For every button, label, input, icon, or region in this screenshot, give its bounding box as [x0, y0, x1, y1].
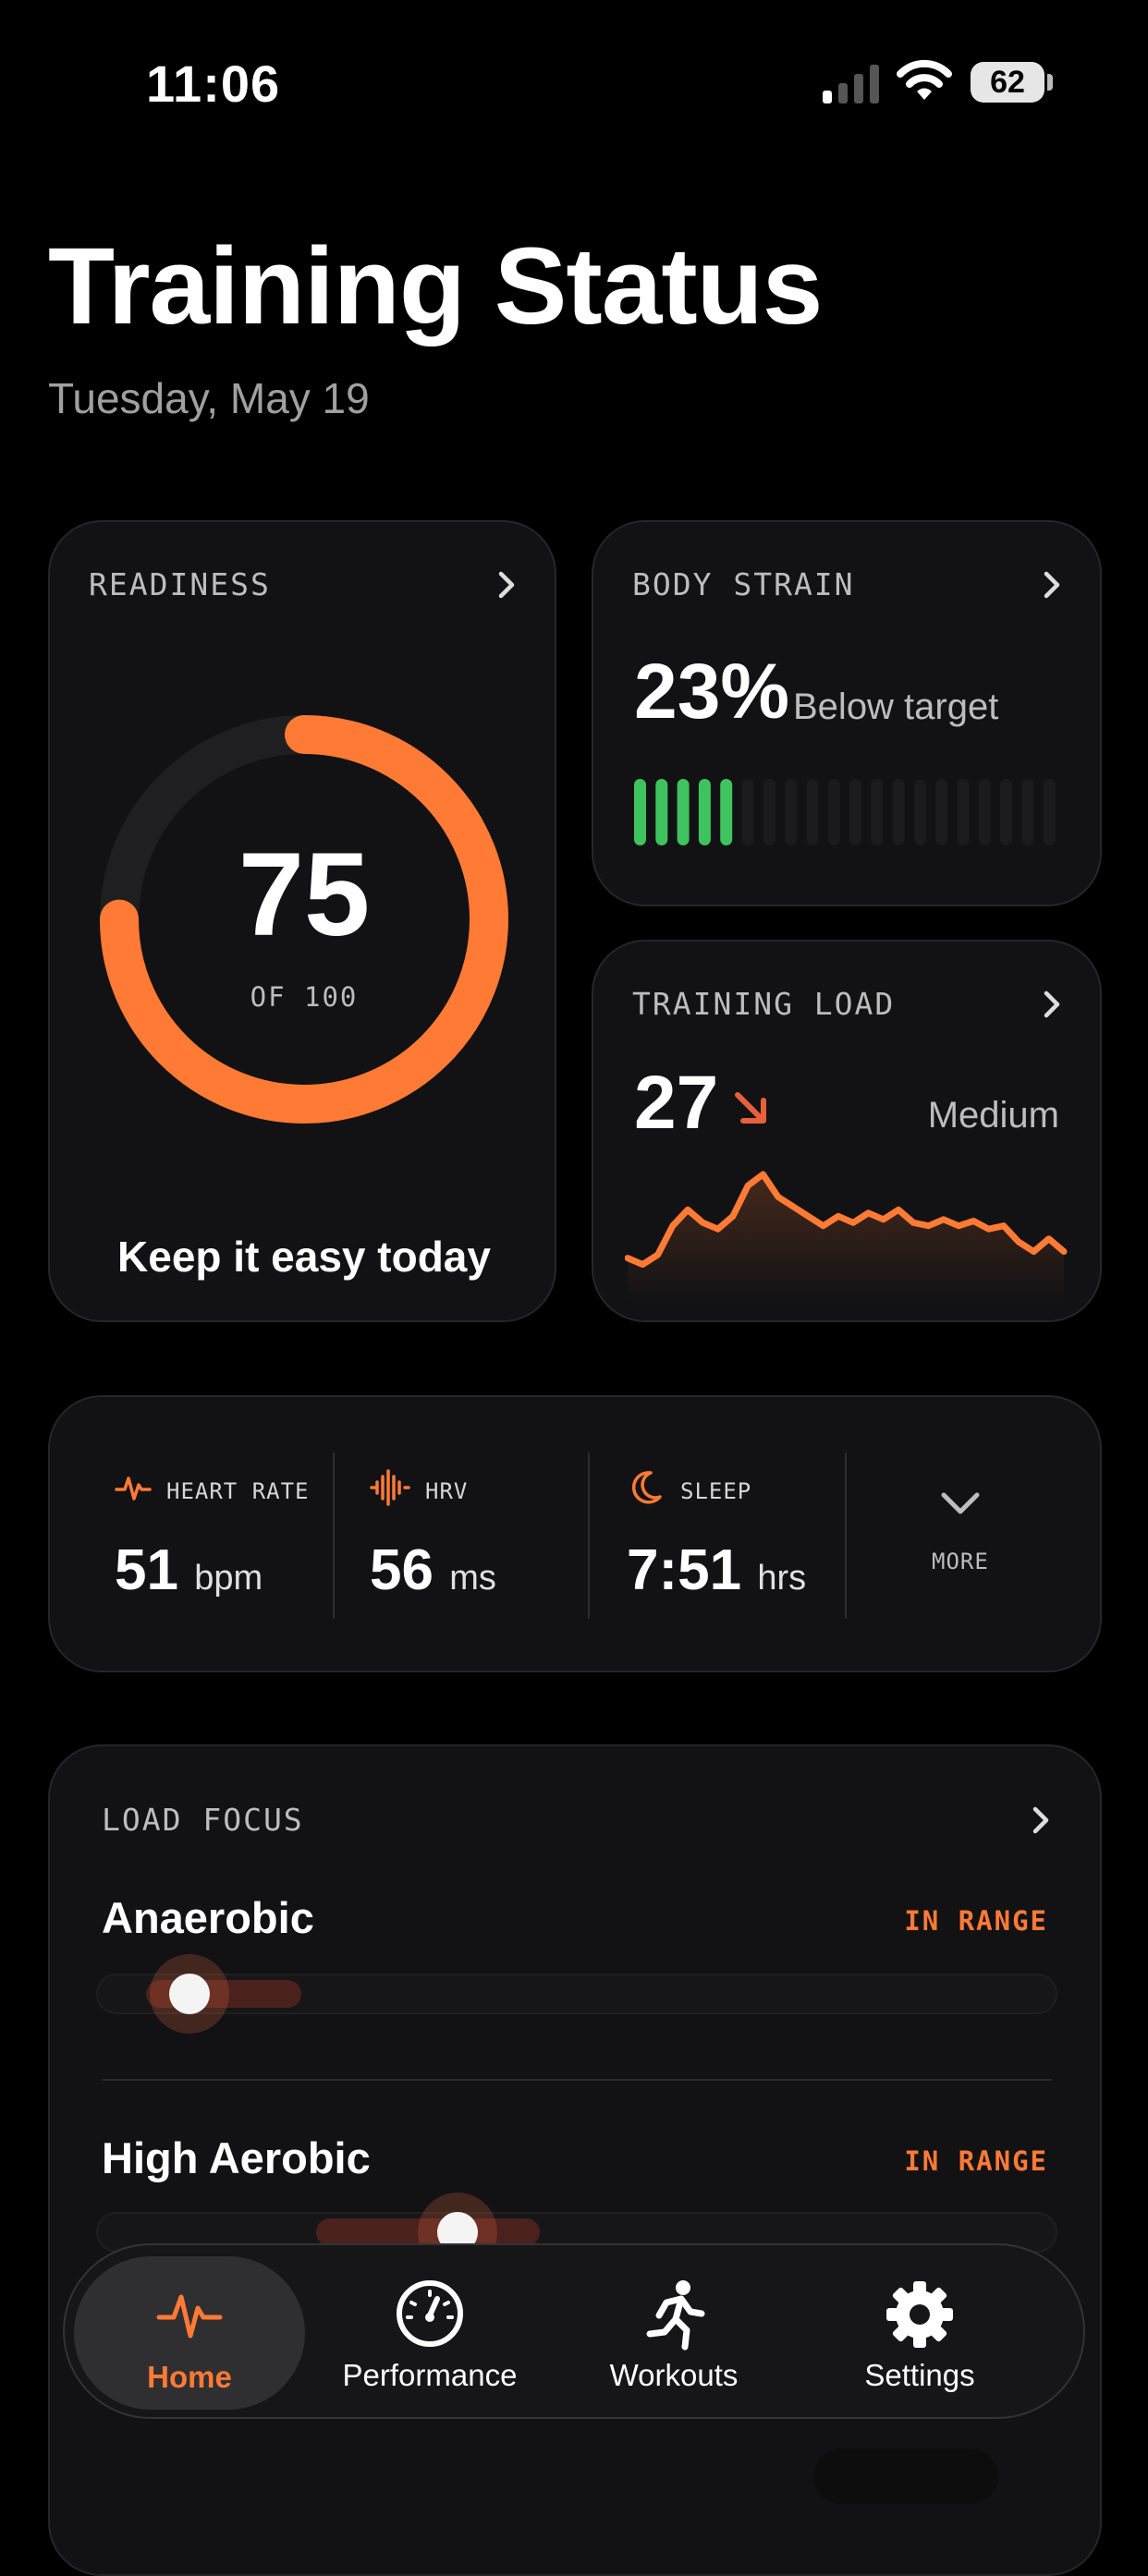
page-title: Training Status: [48, 225, 823, 347]
chevron-right-icon: [1032, 1806, 1049, 1834]
metric-number: 56: [370, 1538, 434, 1602]
readiness-card[interactable]: READINESS 75 OF 100 Keep it easy today: [48, 520, 556, 1322]
strain-bar-inactive: [785, 779, 798, 845]
tab-label: Home: [147, 2360, 232, 2394]
status-time: 11:06: [146, 55, 281, 113]
body-strain-description: Below target: [793, 687, 999, 727]
sparkline-area: [628, 1174, 1064, 1302]
wifi-icon: [897, 59, 952, 100]
strain-bar-active: [655, 779, 668, 845]
tab-label: Settings: [864, 2358, 975, 2392]
tab-performance[interactable]: Performance: [314, 2245, 545, 2417]
more-button[interactable]: MORE: [932, 1549, 989, 1574]
strain-bar-inactive: [978, 779, 991, 845]
strain-bar-active: [720, 779, 733, 845]
body-strain-label: BODY STRAIN: [632, 566, 855, 602]
battery-indicator: 62: [971, 62, 1044, 103]
metric-value: 51 bpm: [115, 1537, 263, 1603]
chevron-right-icon: [1044, 571, 1060, 599]
strain-bar-inactive: [1000, 779, 1013, 845]
training-load-level: Medium: [927, 1095, 1059, 1136]
tab-label: Performance: [342, 2358, 518, 2392]
metric-label: SLEEP: [680, 1478, 752, 1504]
strain-bar-inactive: [763, 779, 776, 845]
strain-bar-active: [634, 779, 646, 845]
body-strain-bars: [634, 779, 1056, 845]
divider: [588, 1452, 590, 1619]
body-strain-card[interactable]: BODY STRAIN 23% Below target: [592, 520, 1102, 906]
metric-value: 56 ms: [370, 1537, 496, 1603]
strain-bar-inactive: [1043, 779, 1056, 845]
strain-bar-active: [698, 779, 711, 845]
readiness-score: 75: [238, 829, 371, 961]
focus-range-track: [96, 1954, 1057, 2034]
focus-name: Anaerobic: [102, 1893, 314, 1942]
focus-name: High Aerobic: [102, 2133, 371, 2182]
divider: [845, 1452, 847, 1619]
training-load-label: TRAINING LOAD: [632, 986, 896, 1022]
load-focus-label: LOAD FOCUS: [102, 1802, 304, 1838]
tab-workouts[interactable]: Workouts: [558, 2245, 789, 2417]
body-strain-percent: 23%: [634, 648, 790, 735]
metric-label: HEART RATE: [166, 1478, 310, 1504]
slider-knob: [169, 1974, 210, 2014]
training-load-sparkline: [625, 1171, 1068, 1302]
battery-level: 62: [990, 65, 1025, 100]
metric-hrv[interactable]: HRV 56 ms: [370, 1397, 592, 1674]
pulse-icon: [156, 2294, 223, 2339]
training-load-card[interactable]: TRAINING LOAD 27 Medium: [592, 940, 1102, 1322]
partial-hidden-control: [813, 2448, 998, 2504]
gauge-icon: [397, 2280, 463, 2347]
chevron-right-icon: [1044, 990, 1060, 1018]
metric-label: HRV: [425, 1478, 469, 1504]
metric-unit: hrs: [757, 1559, 807, 1598]
readiness-scale: OF 100: [250, 981, 359, 1013]
strain-bar-inactive: [741, 779, 754, 845]
tab-home[interactable]: Home: [74, 2256, 305, 2410]
gear-icon: [886, 2281, 953, 2348]
strain-bar-inactive: [892, 779, 905, 845]
tab-label: Workouts: [609, 2358, 739, 2392]
strain-bar-inactive: [913, 779, 926, 845]
metric-number: 51: [115, 1538, 178, 1602]
focus-slider-handle[interactable]: [150, 1954, 229, 2034]
strain-bar-active: [677, 779, 690, 845]
strain-bar-inactive: [806, 779, 819, 845]
divider: [102, 2079, 1052, 2081]
cellular-signal-icon: [823, 65, 879, 103]
arrow-down-right-icon: [735, 1092, 766, 1124]
strain-bar-inactive: [849, 779, 861, 845]
training-load-value: 27: [634, 1061, 719, 1145]
strain-bar-inactive: [871, 779, 884, 845]
tab-bar: Home Performance Workouts Settings: [63, 2243, 1085, 2419]
focus-status: IN RANGE: [904, 1905, 1048, 1937]
runner-icon: [646, 2280, 705, 2351]
readiness-label: READINESS: [89, 566, 271, 602]
vitals-card: HEART RATE 51 bpm HRV 56 ms SLEEP 7:51 h…: [48, 1395, 1102, 1672]
focus-status: IN RANGE: [904, 2145, 1048, 2177]
readiness-message: Keep it easy today: [117, 1233, 491, 1281]
heartbeat-icon: [115, 1476, 152, 1501]
metric-heart-rate[interactable]: HEART RATE 51 bpm: [115, 1397, 336, 1674]
metric-sleep[interactable]: SLEEP 7:51 hrs: [627, 1397, 849, 1674]
battery-nub: [1047, 74, 1053, 91]
strain-bar-inactive: [1021, 779, 1034, 845]
waveform-icon: [370, 1469, 410, 1506]
tab-settings[interactable]: Settings: [804, 2245, 1035, 2417]
metric-unit: bpm: [194, 1559, 263, 1598]
strain-bar-inactive: [935, 779, 948, 845]
divider: [333, 1452, 335, 1619]
chevron-down-icon[interactable]: [940, 1489, 981, 1517]
metric-unit: ms: [449, 1559, 496, 1598]
chevron-right-icon: [498, 571, 515, 599]
metric-value: 7:51 hrs: [627, 1537, 806, 1603]
metric-number: 7:51: [627, 1538, 742, 1602]
page-date: Tuesday, May 19: [48, 374, 370, 422]
strain-bar-inactive: [827, 779, 840, 845]
strain-bar-inactive: [957, 779, 970, 845]
moon-icon: [631, 1471, 662, 1504]
